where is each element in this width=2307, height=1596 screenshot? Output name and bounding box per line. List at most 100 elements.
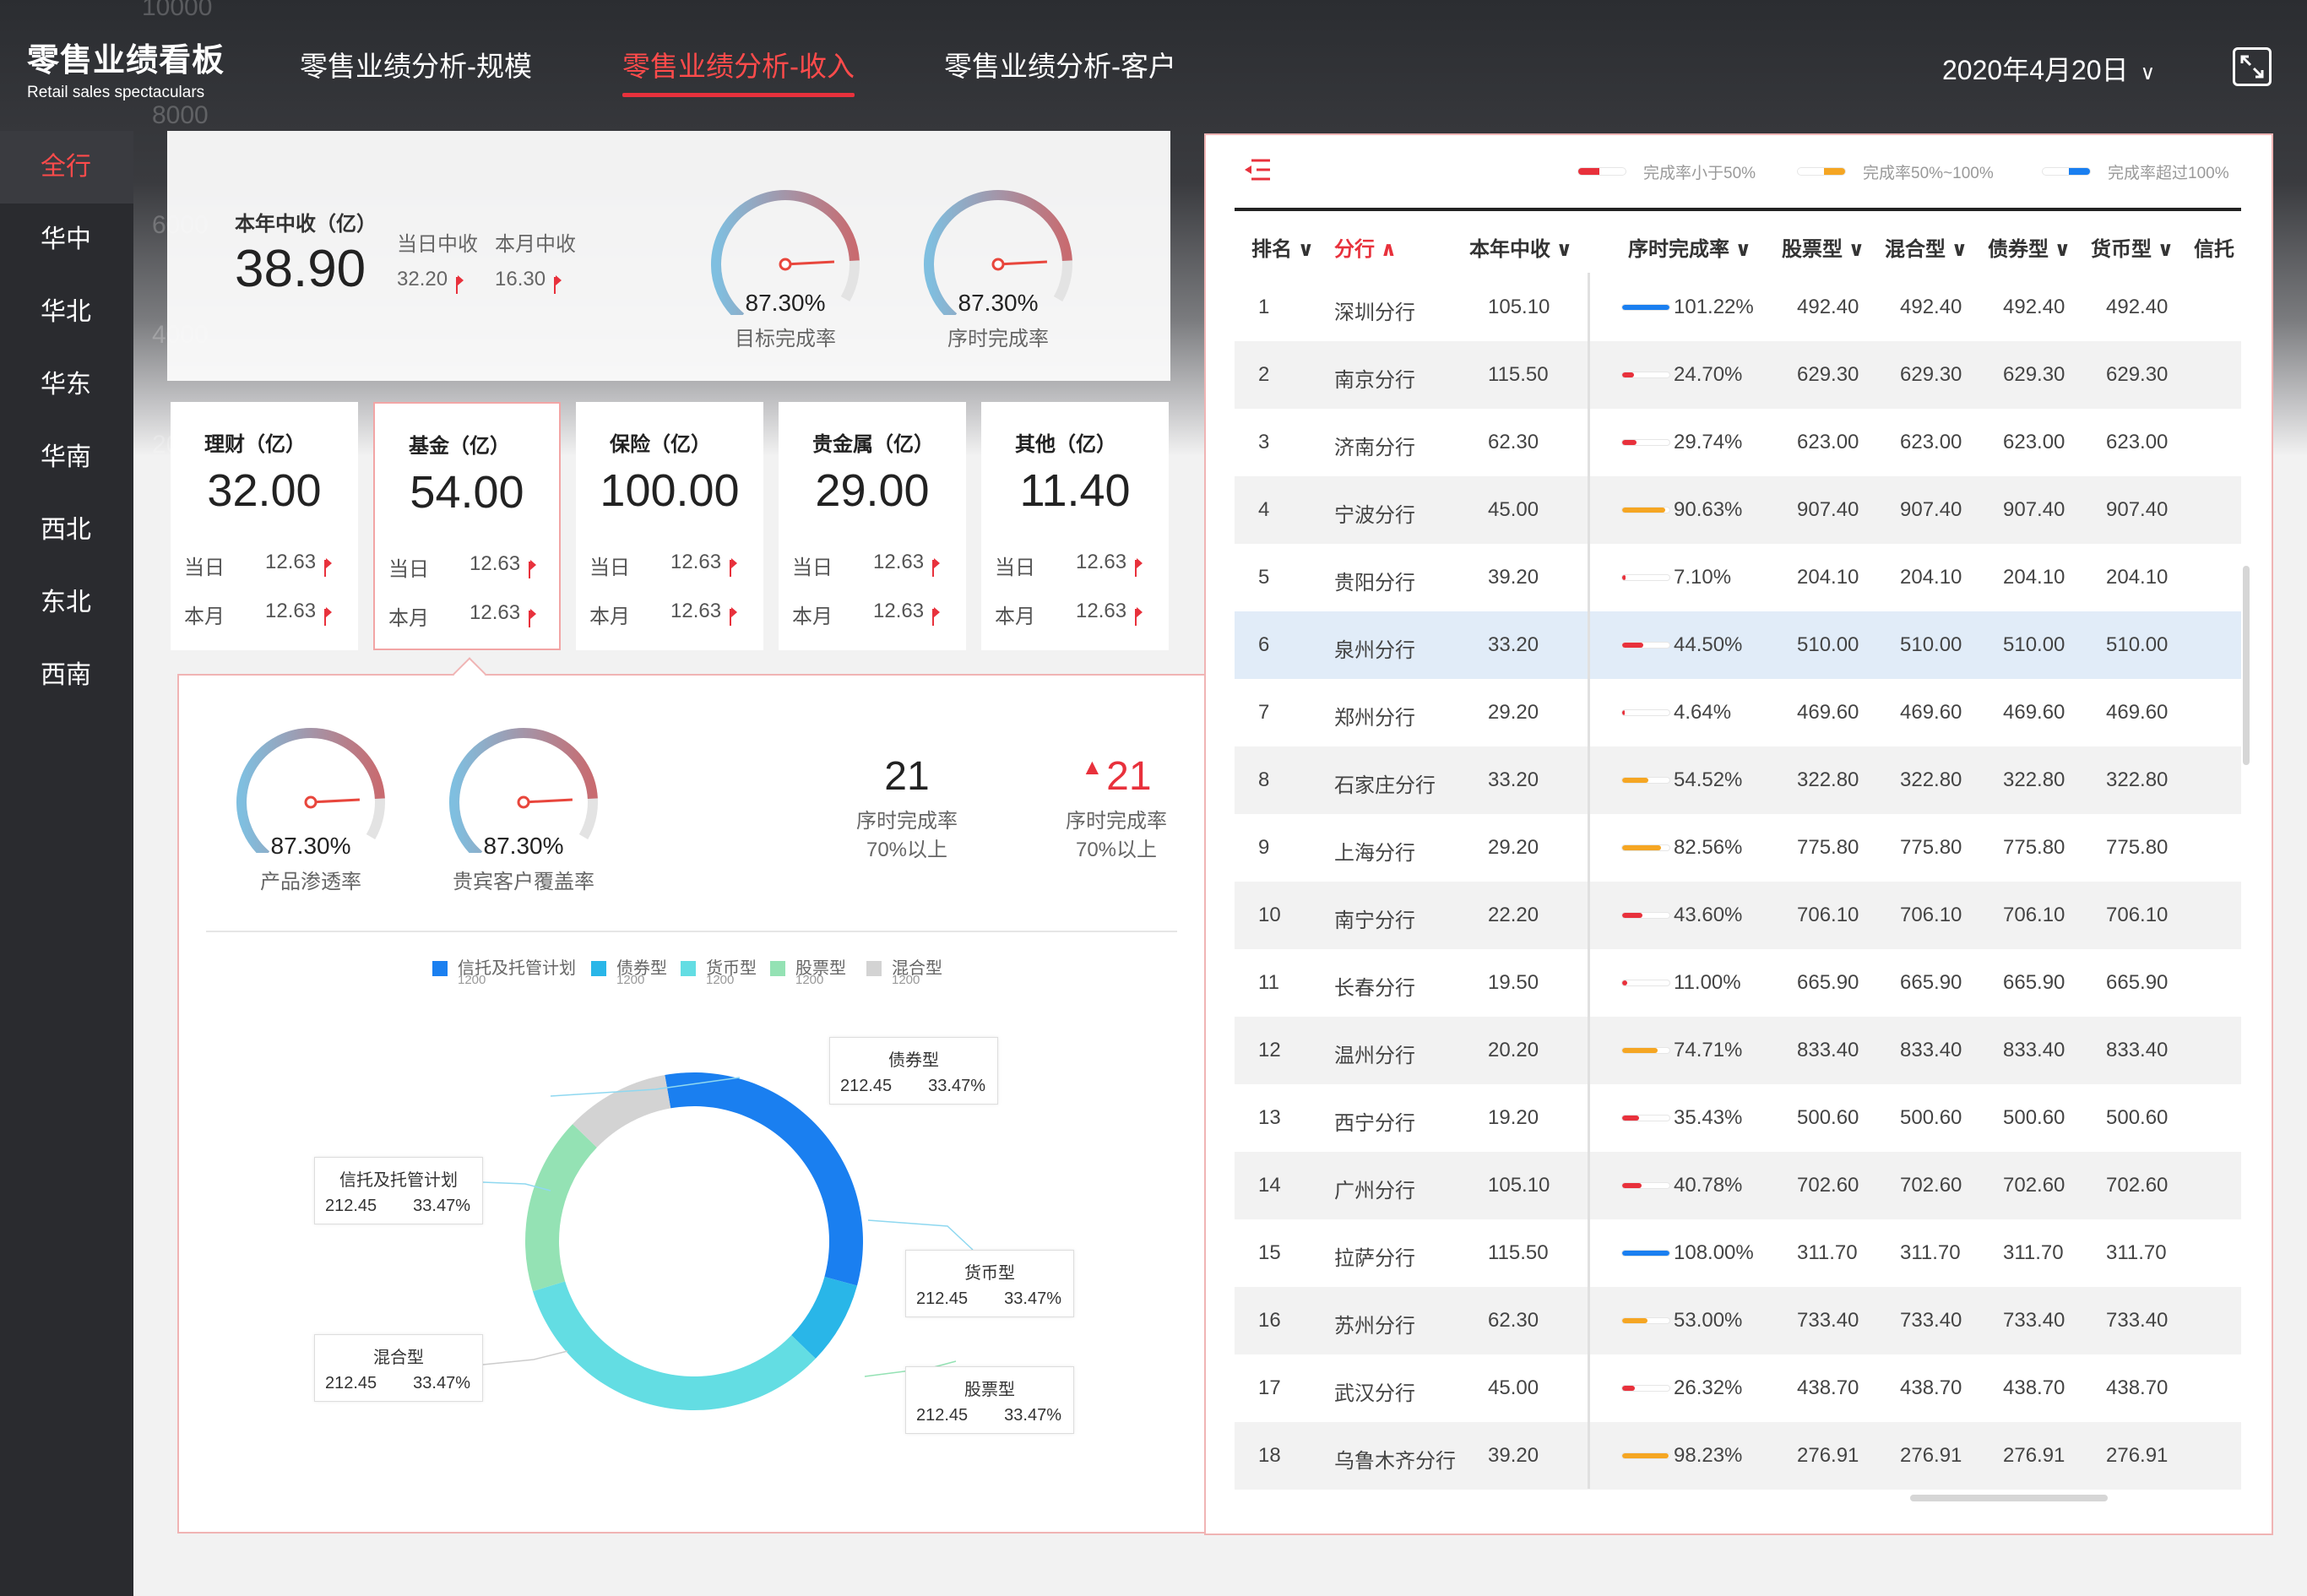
column-header-rank[interactable]: 排名 ∨ <box>1251 232 1314 262</box>
cell-stock: 469.60 <box>1797 701 1859 724</box>
table-row[interactable]: 2 南京分行 115.50 24.70% 629.30 629.30 629.30 629.3… <box>1235 341 2241 409</box>
cell-branch: 武汉分行 <box>1334 1382 1415 1405</box>
column-header-bond[interactable]: 债券型 ∨ <box>1988 232 2071 262</box>
sidebar-item-east[interactable]: 华东 <box>0 349 133 421</box>
product-day-value: 12.63 <box>470 552 537 578</box>
completion-bar <box>1621 844 1670 851</box>
table-row[interactable]: 18 乌鲁木齐分行 39.20 98.23% 276.91 276.91 276.91 276… <box>1235 1422 2241 1490</box>
cell-branch: 泉州分行 <box>1334 639 1415 662</box>
callout-stock: 股票型 212.45 33.47% <box>905 1366 1074 1434</box>
column-header-trust[interactable]: 信托 <box>2194 232 2241 262</box>
cell-mixed: 702.60 <box>1900 1174 1962 1197</box>
cell-stock: 733.40 <box>1797 1309 1859 1332</box>
chevron-down-icon: ∨ <box>2152 238 2174 261</box>
table-row[interactable]: 14 广州分行 105.10 40.78% 702.60 702.60 702.60 702.… <box>1235 1152 2241 1219</box>
legend-label-high: 完成率超过100% <box>2108 165 2229 182</box>
cell-branch: 长春分行 <box>1334 977 1415 1000</box>
fullscreen-icon[interactable] <box>2233 47 2272 86</box>
table-row[interactable]: 5 贵阳分行 39.20 7.10% 204.10 204.10 204.10 204.10 <box>1235 544 2241 611</box>
product-card[interactable]: 贵金属（亿） 29.00 当日 12.63 本月 12.63 <box>779 402 966 650</box>
sidebar-item-north[interactable]: 华北 <box>0 276 133 349</box>
cell-annual-income: 20.20 <box>1488 1039 1539 1061</box>
table-row[interactable]: 4 宁波分行 45.00 90.63% 907.40 907.40 907.40 907.40 <box>1235 476 2241 544</box>
product-month-label: 本月 <box>995 605 1035 628</box>
column-header-annual-income[interactable]: 本年中收 ∨ <box>1469 232 1572 262</box>
sidebar-item-south[interactable]: 华南 <box>0 421 133 494</box>
column-header-mixed[interactable]: 混合型 ∨ <box>1885 232 1968 262</box>
completion-bar <box>1621 642 1670 649</box>
column-header-stock[interactable]: 股票型 ∨ <box>1782 232 1865 262</box>
sidebar-item-northwest[interactable]: 西北 <box>0 494 133 567</box>
table-row[interactable]: 16 苏州分行 62.30 53.00% 733.40 733.40 733.40 733.4… <box>1235 1287 2241 1354</box>
cell-completion: 54.52% <box>1674 768 1743 791</box>
date-selector[interactable]: 2020年4月20日 ∨ <box>1942 49 2155 88</box>
table-row[interactable]: 17 武汉分行 45.00 26.32% 438.70 438.70 438.70 438.7… <box>1235 1354 2241 1422</box>
table-row[interactable]: 13 西宁分行 19.20 35.43% 500.60 500.60 500.60 500.6… <box>1235 1084 2241 1152</box>
sidebar-item-all[interactable]: 全行 <box>0 131 133 204</box>
table-row[interactable]: 3 济南分行 62.30 29.74% 623.00 623.00 623.00 623.00 <box>1235 409 2241 476</box>
cell-bond: 438.70 <box>2003 1376 2065 1399</box>
table-row[interactable]: 11 长春分行 19.50 11.00% 665.90 665.90 665.90 665.9… <box>1235 949 2241 1017</box>
gauge-pivot <box>991 258 1005 271</box>
vertical-scrollbar[interactable] <box>2243 566 2250 765</box>
cell-rank: 2 <box>1258 363 1270 386</box>
table-row[interactable]: 15 拉萨分行 115.50 108.00% 311.70 311.70 311.70 311… <box>1235 1219 2241 1287</box>
nav-tab-scale[interactable]: 零售业绩分析-规模 <box>300 44 532 84</box>
product-card[interactable]: 其他（亿） 11.40 当日 12.63 本月 12.63 <box>981 402 1169 650</box>
cell-money: 510.00 <box>2106 633 2169 656</box>
cell-mixed: 907.40 <box>1900 498 1962 521</box>
nav-tab-customer[interactable]: 零售业绩分析-客户 <box>944 44 1176 84</box>
cell-annual-income: 33.20 <box>1488 633 1539 656</box>
completion-bar <box>1621 709 1670 716</box>
cell-mixed: 510.00 <box>1900 633 1962 656</box>
cell-bond: 629.30 <box>2003 363 2065 386</box>
nav-tab-income[interactable]: 零售业绩分析-收入 <box>622 44 855 97</box>
sidebar-item-northeast[interactable]: 东北 <box>0 567 133 639</box>
cell-rank: 15 <box>1258 1241 1281 1264</box>
legend-bar-high <box>2042 167 2091 176</box>
cell-money: 706.10 <box>2106 904 2169 926</box>
cell-mixed: 322.80 <box>1900 768 1962 791</box>
product-card[interactable]: 基金（亿） 54.00 当日 12.63 本月 12.63 <box>373 402 561 650</box>
completion-bar <box>1621 372 1670 378</box>
product-day-label: 当日 <box>792 556 833 579</box>
table-row[interactable]: 10 南宁分行 22.20 43.60% 706.10 706.10 706.10 706.1… <box>1235 882 2241 949</box>
cell-stock: 322.80 <box>1797 768 1859 791</box>
table-row[interactable]: 7 郑州分行 29.20 4.64% 469.60 469.60 469.60 469.60 <box>1235 679 2241 746</box>
horizontal-scrollbar[interactable] <box>1910 1495 2108 1501</box>
product-name: 基金（亿） <box>409 435 510 458</box>
cell-completion: 7.10% <box>1674 566 1732 589</box>
table-row[interactable]: 9 上海分行 29.20 82.56% 775.80 775.80 775.80 775.80 <box>1235 814 2241 882</box>
flag-icon <box>932 558 941 577</box>
cell-money: 665.90 <box>2106 971 2169 994</box>
table-row[interactable]: 6 泉州分行 33.20 44.50% 510.00 510.00 510.00 510.00 <box>1235 611 2241 679</box>
cell-bond: 907.40 <box>2003 498 2065 521</box>
completion-bar <box>1621 1250 1670 1257</box>
cell-mixed: 623.00 <box>1900 431 1962 453</box>
cell-money: 733.40 <box>2106 1309 2169 1332</box>
product-card[interactable]: 保险（亿） 100.00 当日 12.63 本月 12.63 <box>576 402 763 650</box>
cell-money: 438.70 <box>2106 1376 2169 1399</box>
cell-rank: 5 <box>1258 566 1270 589</box>
sidebar-item-southwest[interactable]: 西南 <box>0 639 133 712</box>
column-header-money[interactable]: 货币型 ∨ <box>2091 232 2174 262</box>
chevron-down-icon: ∨ <box>1292 238 1315 261</box>
cell-branch: 上海分行 <box>1334 842 1415 865</box>
product-day-value: 12.63 <box>873 551 941 577</box>
column-header-branch[interactable]: 分行 ∧ <box>1334 232 1397 262</box>
table-row[interactable]: 8 石家庄分行 33.20 54.52% 322.80 322.80 322.80 322.8… <box>1235 746 2241 814</box>
cell-rank: 4 <box>1258 498 1270 521</box>
product-card[interactable]: 理财（亿） 32.00 当日 12.63 本月 12.63 <box>171 402 358 650</box>
cell-completion: 82.56% <box>1674 836 1743 859</box>
cell-stock: 276.91 <box>1797 1444 1859 1467</box>
cell-completion: 43.60% <box>1674 904 1743 926</box>
cell-bond: 276.91 <box>2003 1444 2065 1467</box>
cell-bond: 510.00 <box>2003 633 2065 656</box>
chevron-down-icon: ∨ <box>1550 238 1573 261</box>
cell-mixed: 775.80 <box>1900 836 1962 859</box>
table-row[interactable]: 12 温州分行 20.20 74.71% 833.40 833.40 833.40 833.4… <box>1235 1017 2241 1084</box>
sidebar-item-central[interactable]: 华中 <box>0 204 133 276</box>
table-row[interactable]: 1 深圳分行 105.10 101.22% 492.40 492.40 492.40 492.… <box>1235 274 2241 341</box>
menu-icon[interactable] <box>1243 155 1272 184</box>
column-header-completion[interactable]: 序时完成率 ∨ <box>1628 232 1751 262</box>
